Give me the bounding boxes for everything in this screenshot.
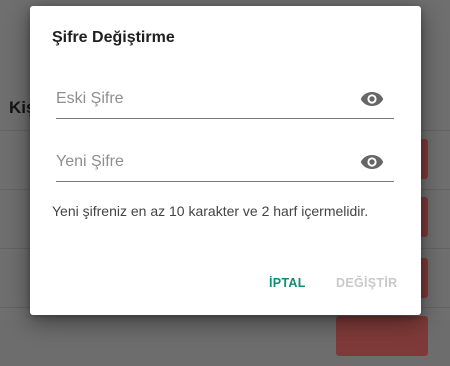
- new-password-input[interactable]: [56, 145, 346, 179]
- new-password-field: [56, 145, 394, 182]
- eye-icon: [360, 92, 384, 106]
- old-password-field: [56, 82, 394, 119]
- eye-icon: [360, 155, 384, 169]
- background-section-heading: Kişi: [9, 98, 31, 117]
- cancel-button[interactable]: İPTAL: [269, 276, 306, 290]
- change-button[interactable]: DEĞİŞTİR: [336, 276, 397, 290]
- password-requirements-hint: Yeni şifreniz en az 10 karakter ve 2 har…: [52, 203, 369, 219]
- background-action-button: [336, 316, 428, 356]
- old-password-visibility-toggle[interactable]: [359, 86, 385, 112]
- new-password-visibility-toggle[interactable]: [359, 149, 385, 175]
- old-password-input[interactable]: [56, 82, 346, 116]
- change-password-dialog: Şifre Değiştirme Yeni şifreniz en az 10 …: [30, 6, 421, 315]
- dialog-title: Şifre Değiştirme: [52, 29, 175, 46]
